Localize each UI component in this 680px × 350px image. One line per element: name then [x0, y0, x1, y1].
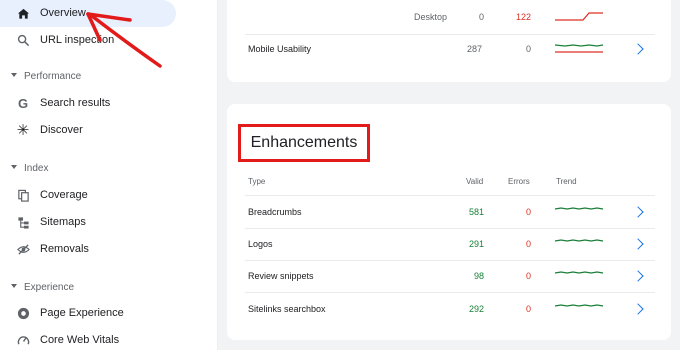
sidebar: Overview URL inspection Performance G Se… [0, 0, 218, 350]
sitemap-icon [16, 215, 30, 229]
column-header-valid: Valid [466, 177, 484, 186]
sidebar-item-removals[interactable]: Removals [0, 236, 176, 263]
row-divider [245, 292, 655, 293]
sidebar-item-label: Overview [40, 7, 86, 19]
sidebar-item-label: Removals [40, 243, 89, 255]
google-icon: G [17, 95, 29, 111]
desktop-good-value: 0 [478, 12, 484, 22]
sidebar-item-label: Core Web Vitals [40, 334, 120, 346]
row-type-review-snippets: Review snippets [248, 271, 314, 281]
row-divider [245, 34, 655, 35]
search-icon [16, 33, 30, 47]
row-valid: 292 [468, 304, 484, 314]
sidebar-item-label: Coverage [40, 189, 88, 201]
home-icon [16, 6, 30, 20]
sidebar-item-label: Page Experience [40, 307, 124, 319]
caret-down-icon [11, 165, 17, 169]
row-valid: 98 [473, 271, 484, 281]
section-label: Performance [24, 70, 82, 82]
row-errors: 0 [525, 239, 531, 249]
asterisk-icon: ✳ [16, 121, 30, 139]
desktop-trend-sparkline [555, 12, 603, 21]
eye-off-icon [16, 242, 30, 256]
header-divider [245, 195, 655, 196]
column-header-errors: Errors [508, 177, 530, 186]
row-errors: 0 [525, 304, 531, 314]
row-trend-sparkline [554, 239, 604, 242]
row-type-logos: Logos [248, 239, 273, 249]
sidebar-item-overview[interactable]: Overview [0, 0, 176, 27]
sidebar-item-label: Search results [40, 97, 111, 109]
sidebar-item-sitemaps[interactable]: Sitemaps [0, 209, 176, 236]
caret-down-icon [11, 73, 17, 77]
row-trend-sparkline [554, 304, 604, 307]
column-header-trend: Trend [556, 177, 577, 186]
row-type-sitelinks-searchbox: Sitelinks searchbox [248, 304, 326, 314]
sidebar-item-core-web-vitals[interactable]: Core Web Vitals [0, 327, 176, 350]
row-errors: 0 [525, 207, 531, 217]
column-header-type: Type [248, 177, 266, 186]
desktop-poor-value: 122 [515, 12, 531, 22]
speed-icon [16, 333, 30, 347]
section-label: Index [24, 162, 49, 174]
enhancements-title: Enhancements [250, 134, 358, 151]
row-trend-sparkline [554, 207, 604, 210]
mobile-usability-valid: 287 [466, 44, 482, 54]
caret-down-icon [11, 284, 17, 288]
sidebar-item-discover[interactable]: ✳ Discover [0, 117, 176, 144]
row-errors: 0 [525, 271, 531, 281]
mobile-usability-errors: 0 [525, 44, 531, 54]
sidebar-item-label: Discover [40, 124, 83, 136]
page-experience-icon [16, 306, 30, 320]
mobile-usability-trend-sparkline [554, 44, 604, 53]
sidebar-item-search-results[interactable]: G Search results [0, 90, 176, 117]
section-label: Experience [24, 281, 75, 293]
sidebar-item-page-experience[interactable]: Page Experience [0, 300, 176, 327]
enhancements-title-highlight: Enhancements [238, 124, 370, 162]
section-index[interactable]: Index [0, 158, 200, 178]
row-divider [245, 260, 655, 261]
sidebar-item-url-inspection[interactable]: URL inspection [0, 27, 176, 54]
row-trend-sparkline [554, 271, 604, 274]
sidebar-item-label: Sitemaps [40, 216, 86, 228]
section-experience[interactable]: Experience [0, 277, 200, 297]
row-divider [245, 228, 655, 229]
mobile-usability-label: Mobile Usability [248, 44, 312, 54]
row-type-breadcrumbs: Breadcrumbs [248, 207, 302, 217]
section-performance[interactable]: Performance [0, 66, 200, 86]
coverage-icon [16, 188, 30, 202]
sidebar-item-coverage[interactable]: Coverage [0, 182, 176, 209]
desktop-label: Desktop [414, 12, 448, 22]
row-valid: 581 [468, 207, 484, 217]
row-valid: 291 [468, 239, 484, 249]
sidebar-item-label: URL inspection [40, 34, 115, 46]
